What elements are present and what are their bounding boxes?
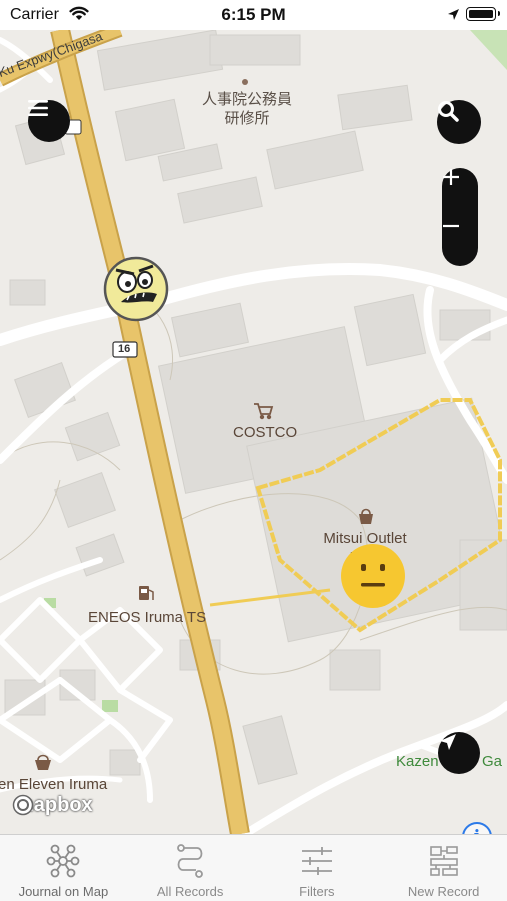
minus-icon: [443, 224, 459, 228]
search-icon: [438, 101, 459, 122]
tab-new-record[interactable]: New Record: [380, 835, 507, 901]
network-icon: [46, 844, 80, 878]
tab-all-records[interactable]: All Records: [127, 835, 254, 901]
kazen-right-label: Ga: [482, 753, 503, 770]
tab-label: All Records: [156, 884, 224, 899]
battery-icon: [466, 7, 500, 21]
navigation-arrow-icon: [440, 734, 456, 750]
tab-bar: Journal on Map All Records Filters New R…: [0, 834, 507, 901]
tab-filters[interactable]: Filters: [254, 835, 381, 901]
tab-label: Journal on Map: [18, 884, 109, 899]
info-icon: i: [474, 827, 480, 834]
neutral-face-marker[interactable]: [341, 544, 405, 608]
annoyed-face-marker[interactable]: [103, 256, 169, 322]
mapbox-icon: [12, 794, 34, 816]
locate-me-button[interactable]: [438, 732, 480, 774]
route-16-label: 16: [118, 343, 131, 355]
plus-icon: [443, 169, 459, 185]
status-time: 6:15 PM: [221, 5, 286, 24]
seven-eleven-label: en Eleven Iruma: [0, 776, 108, 793]
menu-button[interactable]: [28, 100, 70, 142]
tab-label: New Record: [407, 884, 480, 899]
eneos-label: ENEOS Iruma TS: [88, 609, 207, 626]
location-services-icon: [448, 9, 459, 20]
hamburger-icon: [28, 100, 48, 116]
zoom-out-button[interactable]: [442, 217, 478, 266]
status-bar: Carrier 6:15 PM: [0, 0, 507, 30]
kazen-label: Kazen: [396, 753, 439, 770]
map-view[interactable]: Ku Expwy(Chigasa 人事院公務員 研修所 16 COSTCO Mi…: [0, 30, 507, 834]
gov-building-dot: [242, 79, 248, 85]
route-icon: [177, 844, 204, 878]
search-button[interactable]: [437, 100, 481, 144]
sliders-icon: [301, 847, 332, 875]
grid-record-icon: [429, 846, 458, 876]
costco-label: COSTCO: [233, 424, 298, 441]
mapbox-logo[interactable]: mapbox: [12, 794, 93, 817]
tab-label: Filters: [299, 884, 335, 899]
gov-building-label: 人事院公務員 研修所: [201, 91, 292, 127]
zoom-control: [442, 168, 478, 266]
zoom-in-button[interactable]: [442, 168, 478, 217]
tab-journal-on-map[interactable]: Journal on Map: [0, 835, 127, 901]
